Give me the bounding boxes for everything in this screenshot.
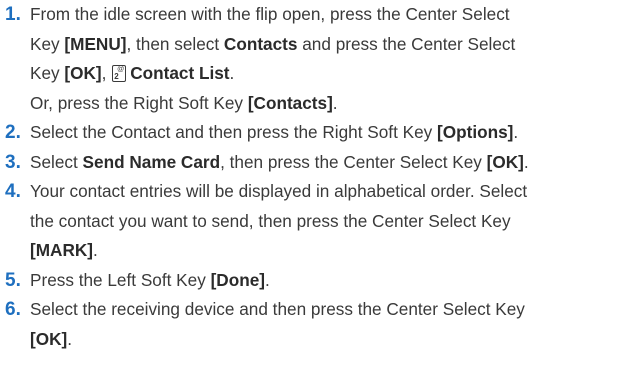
step-text-line: Press the Left Soft Key [Done]. [30, 269, 270, 290]
contact-list-label: Contact List [130, 63, 230, 83]
done-softkey-label: [Done] [210, 269, 265, 290]
menu-key-label: [MENU] [64, 33, 127, 54]
step-text-line: Or, press the Right Soft Key [Contacts]. [30, 92, 338, 113]
options-softkey-label: [Options] [437, 122, 514, 142]
ok-key-label: [OK] [486, 151, 524, 172]
mark-key-label: [MARK] [30, 240, 94, 260]
step-text-line: Select Send Name Card, then press the Ce… [30, 151, 529, 172]
send-name-card-label: Send Name Card [82, 151, 221, 172]
step-text-line: the contact you want to send, then press… [30, 210, 511, 231]
step-number: 3. [5, 151, 21, 173]
step-text-line: Your contact entries will be displayed i… [30, 181, 528, 201]
step-text-line: [MARK]. [30, 240, 98, 260]
step-number: 4. [5, 181, 21, 202]
contacts-menu-label: Contacts [223, 33, 298, 54]
step-number: 5. [5, 269, 21, 291]
ok-key-label: [OK] [64, 63, 102, 83]
step-text-line: Key [MENU], then select Contacts and pre… [30, 33, 516, 54]
step-text-line: [OK]. [30, 328, 73, 349]
step-text-line: Select the Contact and then press the Ri… [30, 122, 519, 142]
step-number: 1. [5, 4, 21, 25]
instruction-list: 1. From the idle screen with the flip op… [0, 0, 628, 365]
step-number: 2. [5, 122, 21, 143]
contacts-softkey-label: [Contacts] [247, 92, 333, 113]
ok-key-label: [OK] [30, 328, 68, 349]
key-2-icon: 2 @ [112, 65, 127, 82]
step-text-line: Select the receiving device and then pre… [30, 299, 525, 319]
step-text-line: Key [OK], 2 @ Contact List. [30, 63, 235, 83]
step-text-line: From the idle screen with the flip open,… [30, 4, 510, 24]
step-number: 6. [5, 299, 21, 320]
